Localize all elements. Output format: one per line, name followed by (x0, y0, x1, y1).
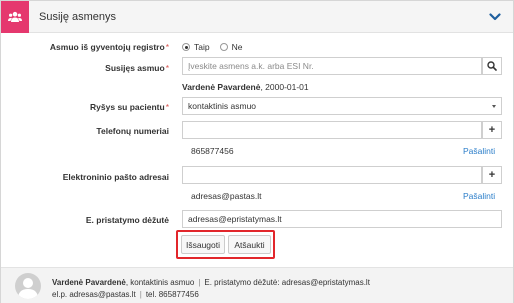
summary-role: , kontaktinis asmuo (125, 278, 195, 287)
relation-select[interactable]: kontaktinis asmuo (182, 97, 502, 115)
phone-input[interactable] (182, 121, 482, 139)
related-person-dob: , 2000-01-01 (260, 82, 309, 92)
emails-label: Elektroninio pašto adresai (62, 172, 169, 182)
summary-phone-value: 865877456 (158, 290, 199, 299)
summary-line-2: el.p. adresas@pastas.lt | tel. 865877456 (52, 290, 199, 299)
radio-option-yes[interactable]: Taip (182, 42, 210, 52)
panel-header[interactable]: Susiję asmenys (1, 1, 513, 33)
users-icon (1, 1, 29, 33)
avatar (15, 273, 41, 299)
radio-option-no[interactable]: Ne (219, 42, 242, 52)
related-person-label: Susijęs asmuo* (105, 63, 169, 73)
related-persons-panel: Susiję asmenys Asmuo iš gyventojų regist… (0, 0, 514, 303)
plus-icon: + (488, 169, 496, 181)
remove-email-link[interactable]: Pašalinti (463, 191, 495, 201)
add-email-button[interactable]: + (482, 166, 502, 184)
email-input[interactable] (182, 166, 482, 184)
related-person-search-input[interactable]: Įveskite asmens a.k. arba ESI Nr. (182, 57, 482, 75)
summary-email-value: adresas@pastas.lt (69, 290, 136, 299)
cancel-button[interactable]: Atšaukti (228, 235, 271, 254)
delivery-box-label: E. pristatymo dėžutė (85, 215, 169, 225)
caret-down-icon (492, 105, 496, 108)
email-item: adresas@pastas.lt (191, 191, 262, 201)
phone-item: 865877456 (191, 146, 234, 156)
chevron-down-icon[interactable] (489, 12, 501, 22)
related-person-name: Vardenė Pavardenė (182, 82, 261, 92)
summary-phone-label: tel. (145, 290, 157, 299)
related-person-summary: Vardenė Pavardenė, kontaktinis asmuo | E. … (1, 267, 513, 303)
summary-delivery-value: adresas@epristatymas.lt (281, 278, 370, 287)
search-button[interactable] (482, 57, 502, 75)
resident-registry-radio-group: Taip Ne (182, 42, 252, 52)
resident-registry-label: Asmuo iš gyventojų registro* (49, 42, 169, 52)
relation-label: Ryšys su pacientu* (90, 102, 169, 112)
phones-label: Telefonų numeriai (96, 126, 169, 136)
related-person-info: Vardenė Pavardenė, 2000-01-01 (182, 82, 309, 92)
delivery-box-input[interactable]: adresas@epristatymas.lt (182, 210, 502, 228)
summary-name: Vardenė Pavardenė (52, 278, 126, 287)
radio-no[interactable] (219, 43, 228, 51)
radio-yes[interactable] (182, 43, 190, 51)
summary-line-1: Vardenė Pavardenė, kontaktinis asmuo | E. … (52, 278, 370, 287)
summary-delivery-label: E. pristatymo dėžutė: (204, 278, 280, 287)
search-icon (487, 61, 497, 71)
summary-email-label: el.p. (52, 290, 68, 299)
panel-title: Susiję asmenys (39, 11, 117, 23)
plus-icon: + (488, 124, 496, 136)
remove-phone-link[interactable]: Pašalinti (463, 146, 495, 156)
add-phone-button[interactable]: + (482, 121, 502, 139)
save-button[interactable]: Išsaugoti (181, 235, 225, 254)
